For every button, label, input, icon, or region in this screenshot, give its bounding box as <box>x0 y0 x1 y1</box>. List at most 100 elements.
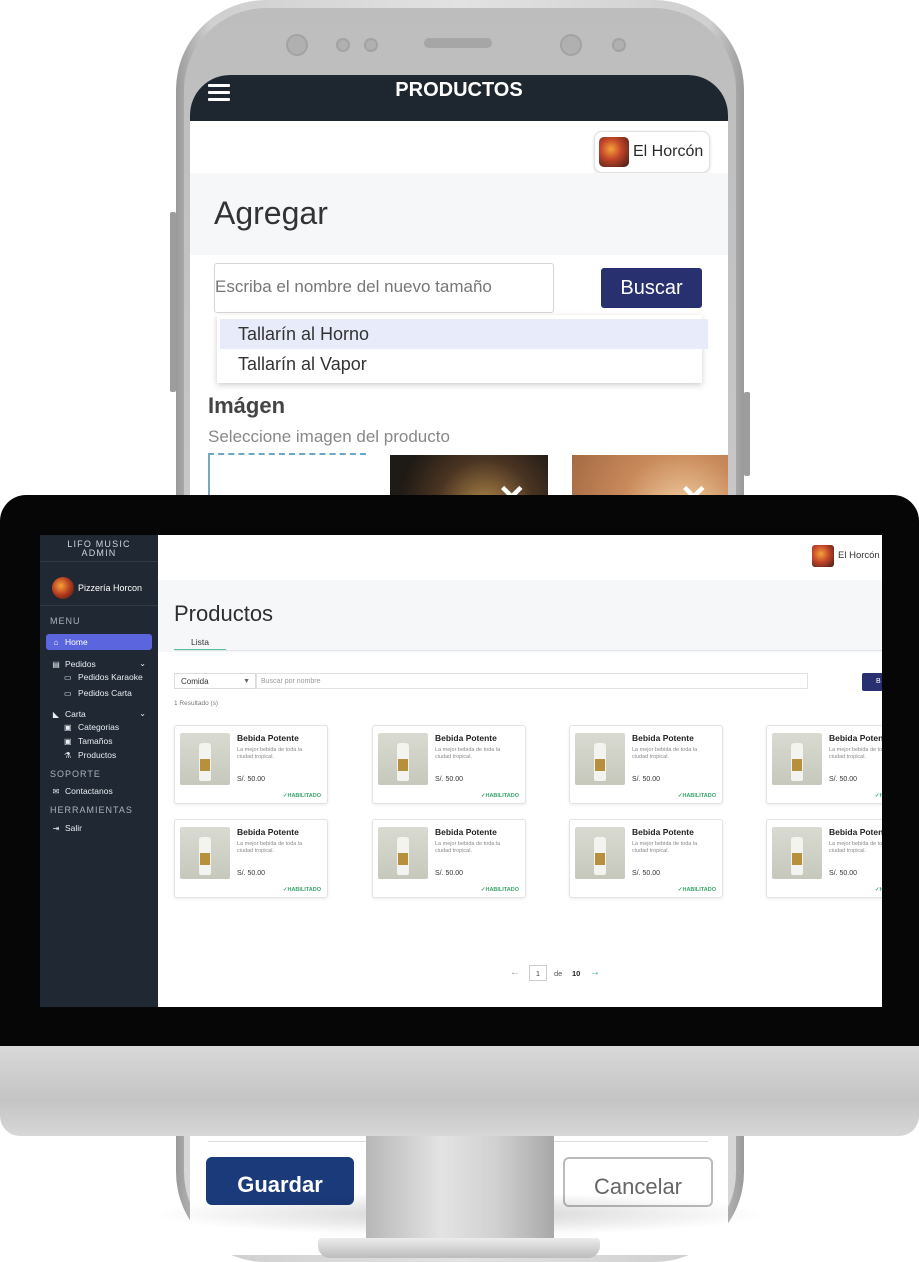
product-price: S/. 50.00 <box>435 776 464 783</box>
sidebar-item-pedidos-carta[interactable]: ▭ Pedidos Carta <box>64 687 132 700</box>
product-description: La mejor bebida de toda la ciudad tropic… <box>237 747 303 760</box>
suggestions-dropdown: Tallarín al Horno Tallarín al Vapor <box>217 315 708 383</box>
arrow-left-icon[interactable]: ← <box>510 967 520 978</box>
sidebar-item-contactanos[interactable]: ✉ Contactanos <box>46 783 152 799</box>
product-name: Bebida Potente <box>237 733 299 743</box>
arrow-right-icon[interactable]: → <box>590 967 600 978</box>
brand-chip[interactable]: El Horcón <box>812 544 882 572</box>
sidebar-item-pedidos-karaoke[interactable]: ▭ Pedidos Karaoke <box>64 671 143 684</box>
sizes-icon: ▣ <box>64 737 72 746</box>
product-price: S/. 50.00 <box>237 870 266 877</box>
products-icon: ⚗ <box>64 751 72 760</box>
sidebar-item-label: Carta <box>65 709 86 719</box>
product-image <box>575 733 625 785</box>
status-label: HABILITADO <box>879 793 882 799</box>
mobile-header-title: PRODUCTOS <box>395 79 523 101</box>
product-card[interactable]: Bebida Potente La mejor bebida de toda la… <box>766 725 882 804</box>
product-image <box>378 827 428 879</box>
status-badge: ✓HABILITADO <box>283 887 321 893</box>
product-name: Bebida Potente <box>632 827 694 837</box>
caret-down-icon: ▼ <box>243 678 250 685</box>
top-bar: El Horcón <box>158 535 882 580</box>
brand-chip[interactable]: El Horcón <box>594 131 710 173</box>
sidebar-item-carta[interactable]: ◣ Carta ⌄ <box>46 706 152 722</box>
product-card[interactable]: Bebida Potente La mejor bebida de toda la… <box>569 725 723 804</box>
sidebar-item-categorias[interactable]: ▣ Categorias <box>64 721 119 734</box>
page-title: Productos <box>174 601 274 626</box>
search-button[interactable]: Buscar <box>601 268 702 308</box>
sidebar-item-label: Home <box>65 637 88 647</box>
product-description: La mejor bebida de toda la ciudad tropic… <box>829 747 882 760</box>
status-label: HABILITADO <box>879 887 882 893</box>
product-image <box>180 733 230 785</box>
divider <box>40 561 158 562</box>
product-price: S/. 50.00 <box>237 776 266 783</box>
chevron-down-icon: ⌄ <box>139 709 146 718</box>
status-badge: ✓HABILITADO <box>678 793 716 799</box>
front-camera-icon <box>286 34 308 56</box>
herramientas-heading: HERRAMIENTAS <box>50 805 133 815</box>
product-card[interactable]: Bebida Potente La mejor bebida de toda la… <box>174 725 328 804</box>
sidebar: LIFO MUSIC ADMIN Pizzería Horcon MENU ⌂ H… <box>40 535 158 1007</box>
document-icon: ▭ <box>64 673 72 682</box>
mail-icon: ✉ <box>52 787 60 796</box>
product-card[interactable]: Bebida Potente La mejor bebida de toda la… <box>372 725 526 804</box>
product-name: Bebida Potente <box>435 827 497 837</box>
size-name-input[interactable] <box>214 263 554 313</box>
brand-name: El Horcón <box>838 550 880 561</box>
product-price: S/. 50.00 <box>632 870 661 877</box>
status-label: HABILITADO <box>485 887 519 893</box>
product-card[interactable]: Bebida Potente La mejor bebida de toda la… <box>569 819 723 898</box>
status-label: HABILITADO <box>287 887 321 893</box>
sidebar-item-label: Contactanos <box>65 786 113 796</box>
suggestion-item[interactable]: Tallarín al Vapor <box>220 349 708 379</box>
category-select-value: Comida <box>181 677 209 686</box>
orders-icon: ▤ <box>52 660 60 669</box>
chevron-down-icon: ⌄ <box>139 659 146 668</box>
product-price: S/. 50.00 <box>829 776 858 783</box>
category-select[interactable]: Comida ▼ <box>174 673 256 689</box>
sidebar-item-productos[interactable]: ⚗ Productos <box>64 749 116 762</box>
soporte-heading: SOPORTE <box>50 769 101 779</box>
app-title: LIFO MUSIC ADMIN <box>40 540 158 558</box>
sidebar-item-label: Categorias <box>78 722 120 732</box>
product-name: Bebida Potente <box>829 733 882 743</box>
product-description: La mejor bebida de toda la ciudad tropic… <box>632 841 698 854</box>
product-description: La mejor bebida de toda la ciudad tropic… <box>632 747 698 760</box>
desktop-screen: LIFO MUSIC ADMIN Pizzería Horcon MENU ⌂ H… <box>40 535 882 1007</box>
phone-side-button <box>744 392 750 476</box>
sidebar-item-pedidos[interactable]: ▤ Pedidos ⌄ <box>46 656 152 672</box>
product-card[interactable]: Bebida Potente La mejor bebida de toda la… <box>372 819 526 898</box>
status-label: HABILITADO <box>682 793 716 799</box>
product-price: S/. 50.00 <box>632 776 661 783</box>
product-image <box>772 827 822 879</box>
sidebar-item-tamanos[interactable]: ▣ Tamaños <box>64 735 113 748</box>
product-image <box>772 733 822 785</box>
sensor-icon <box>560 34 582 56</box>
product-card[interactable]: Bebida Potente La mejor bebida de toda la… <box>766 819 882 898</box>
phone-side-button <box>170 212 176 392</box>
divider <box>40 605 158 606</box>
suggestion-item[interactable]: Tallarín al Horno <box>220 319 708 349</box>
sidebar-item-home[interactable]: ⌂ Home <box>46 634 152 650</box>
monitor-stand-neck <box>366 1136 554 1244</box>
product-name: Bebida Potente <box>435 733 497 743</box>
home-icon: ⌂ <box>53 638 59 647</box>
product-description: La mejor bebida de toda la ciudad tropic… <box>237 841 303 854</box>
tab-lista[interactable]: Lista <box>174 637 226 651</box>
brand-name: El Horcón <box>633 143 704 160</box>
product-card[interactable]: Bebida Potente La mejor bebida de toda la… <box>174 819 328 898</box>
current-page[interactable]: 1 <box>529 965 547 981</box>
product-description: La mejor bebida de toda la ciudad tropic… <box>435 747 501 760</box>
size-name-field[interactable] <box>215 264 545 310</box>
image-section-title: Imágen <box>208 393 286 418</box>
sensor-icon <box>364 38 378 52</box>
mobile-header: PRODUCTOS <box>190 75 728 121</box>
search-input[interactable]: Buscar por nombre <box>256 673 808 689</box>
sidebar-item-salir[interactable]: ⇥ Salir <box>46 820 152 836</box>
search-button[interactable]: B <box>862 673 882 691</box>
sidebar-item-label: Productos <box>78 750 117 760</box>
carta-icon: ◣ <box>52 710 60 719</box>
product-name: Bebida Potente <box>237 827 299 837</box>
sidebar-item-label: Tamaños <box>78 736 113 746</box>
